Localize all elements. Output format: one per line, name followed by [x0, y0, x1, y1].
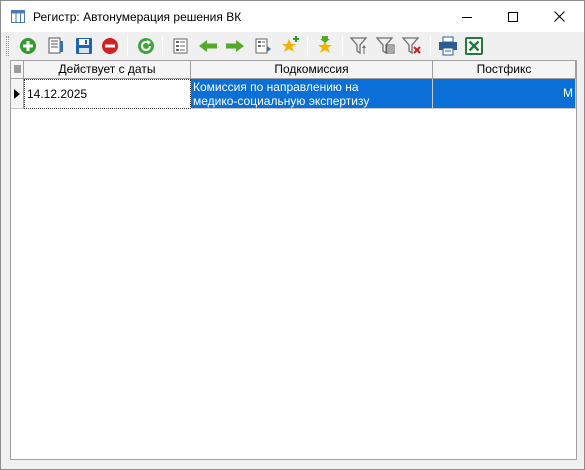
previous-button[interactable] — [197, 35, 219, 57]
toolbar-separator — [162, 36, 163, 56]
arrow-right-icon — [226, 40, 244, 52]
column-header-date[interactable]: Действует с даты — [24, 61, 191, 79]
favorite-add-button[interactable] — [279, 35, 301, 57]
toolbar-separator — [342, 36, 343, 56]
toolbar-grip[interactable] — [6, 36, 9, 56]
data-grid[interactable]: Действует с даты Подкомиссия Постфикс 14… — [10, 60, 577, 460]
toolbar — [1, 32, 584, 60]
arrow-left-icon — [199, 40, 217, 52]
register-window: Регистр: Автонумерация решения ВК Действ… — [0, 0, 585, 470]
excel-export-button[interactable] — [463, 35, 485, 57]
current-row-arrow-icon — [14, 89, 20, 99]
save-icon — [76, 38, 92, 54]
next-button[interactable] — [224, 35, 246, 57]
table-row[interactable]: 14.12.2025 Комиссия по направлению на ме… — [11, 79, 576, 109]
maximize-button[interactable] — [490, 1, 536, 32]
column-header-postfix[interactable]: Постфикс — [433, 61, 576, 79]
row-indicator[interactable] — [11, 79, 24, 109]
cell-date[interactable]: 14.12.2025 — [24, 79, 191, 109]
print-button[interactable] — [437, 35, 459, 57]
favorite-down-icon — [318, 36, 332, 53]
cell-subcommission-line: Комиссия по направлению на — [193, 80, 359, 94]
column-chooser-icon — [13, 65, 21, 73]
window-title: Регистр: Автонумерация решения ВК — [33, 10, 242, 24]
add-button[interactable] — [17, 35, 39, 57]
delete-button[interactable] — [99, 35, 121, 57]
filter-edit-icon — [376, 37, 395, 55]
cell-subcommission-line: медико-социальную экспертизу — [193, 94, 370, 108]
refresh-button[interactable] — [135, 35, 157, 57]
excel-export-icon — [465, 37, 483, 55]
minimize-icon — [462, 16, 472, 18]
close-icon — [553, 11, 565, 22]
cell-postfix[interactable]: М — [433, 79, 576, 109]
delete-icon — [102, 38, 118, 54]
view-record-button[interactable] — [170, 35, 192, 57]
minimize-button[interactable] — [444, 1, 490, 32]
toolbar-separator — [307, 36, 308, 56]
filter-button[interactable] — [349, 35, 371, 57]
edit-document-icon — [48, 37, 63, 54]
grid-header: Действует с даты Подкомиссия Постфикс — [11, 61, 576, 79]
edit-button[interactable] — [45, 35, 67, 57]
print-icon — [439, 36, 457, 56]
save-button[interactable] — [73, 35, 95, 57]
filter-icon — [350, 37, 368, 55]
filter-clear-button[interactable] — [401, 35, 423, 57]
add-icon — [20, 38, 36, 54]
cell-subcommission[interactable]: Комиссия по направлению на медико-социал… — [191, 79, 433, 109]
refresh-icon — [138, 38, 154, 54]
copy-record-button[interactable] — [252, 35, 274, 57]
toolbar-separator — [127, 36, 128, 56]
table-icon — [11, 10, 25, 23]
toolbar-separator — [430, 36, 431, 56]
favorite-add-icon — [282, 36, 299, 52]
copy-record-icon — [255, 38, 271, 54]
column-header-subcommission[interactable]: Подкомиссия — [191, 61, 433, 79]
title-bar[interactable]: Регистр: Автонумерация решения ВК — [1, 1, 584, 32]
filter-edit-button[interactable] — [375, 35, 397, 57]
view-record-icon — [173, 38, 188, 54]
favorite-down-button[interactable] — [314, 35, 336, 57]
column-chooser-button[interactable] — [11, 61, 24, 79]
filter-clear-icon — [402, 37, 421, 55]
maximize-icon — [508, 11, 518, 22]
close-button[interactable] — [536, 1, 582, 32]
